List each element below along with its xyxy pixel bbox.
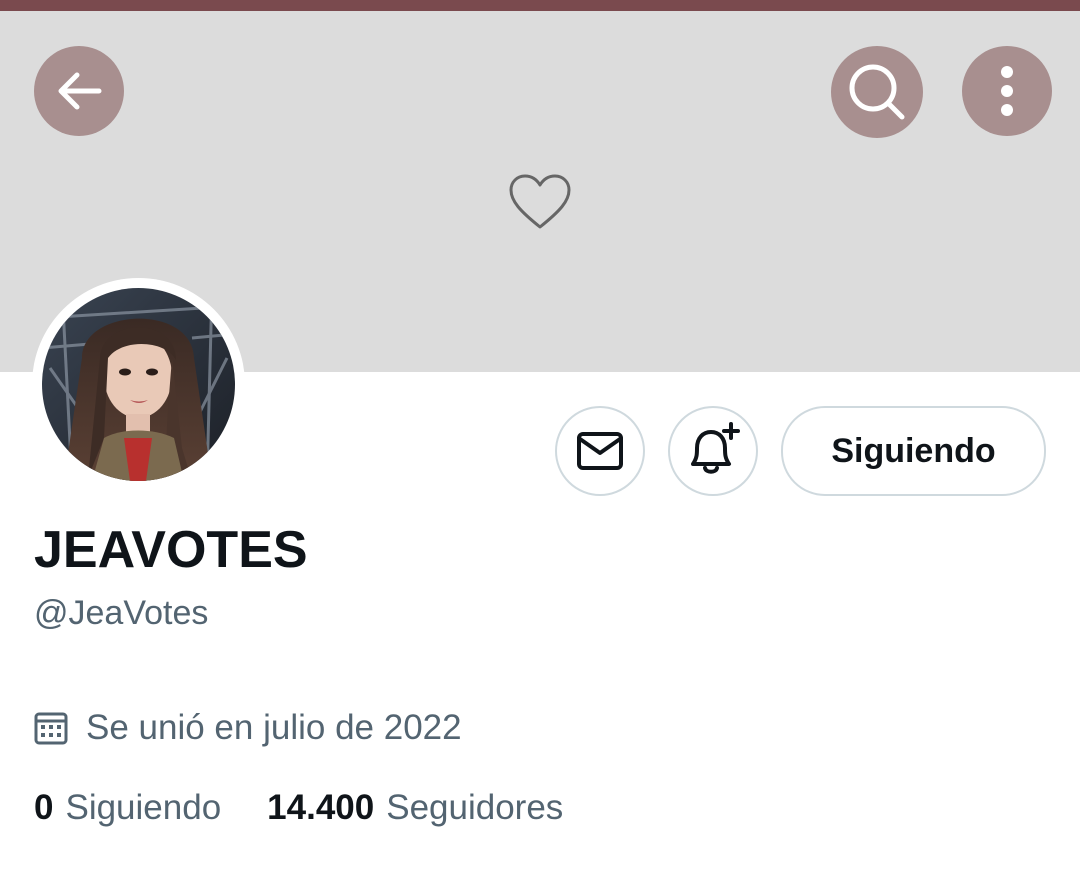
following-button-label: Siguiendo [831,431,996,470]
notifications-button[interactable] [668,406,758,496]
followers-stat-link[interactable]: 14.400 Seguidores [267,788,563,828]
bell-plus-icon [691,422,740,474]
search-button[interactable] [831,46,923,138]
join-date-text: Se unió en julio de 2022 [86,708,462,747]
more-options-button[interactable] [962,46,1052,136]
follow-stats: 0 Siguiendo 14.400 Seguidores [34,788,563,828]
following-stat-link[interactable]: 0 Siguiendo [34,788,221,828]
username-handle: @JeaVotes [34,594,209,632]
display-name: JEAVOTES [34,521,308,579]
following-count: 0 [34,788,54,827]
join-date: Se unió en julio de 2022 [34,706,462,750]
top-accent-strip [0,0,1080,11]
back-button[interactable] [34,46,124,136]
avatar[interactable] [42,288,235,481]
following-label: Siguiendo [65,788,222,827]
followers-label: Seguidores [386,788,564,827]
followers-count: 14.400 [267,788,375,827]
message-button[interactable] [555,406,645,496]
following-button[interactable]: Siguiendo [781,406,1046,496]
calendar-icon [34,712,68,745]
heart-outline-icon [509,174,571,229]
profile-page: Siguiendo JEAVOTES @JeaVotes Se unió en … [0,0,1080,892]
mail-icon [577,432,623,470]
profile-photo [42,288,235,481]
search-icon [849,64,905,120]
more-vertical-icon [1001,66,1013,116]
arrow-left-icon [58,72,102,110]
